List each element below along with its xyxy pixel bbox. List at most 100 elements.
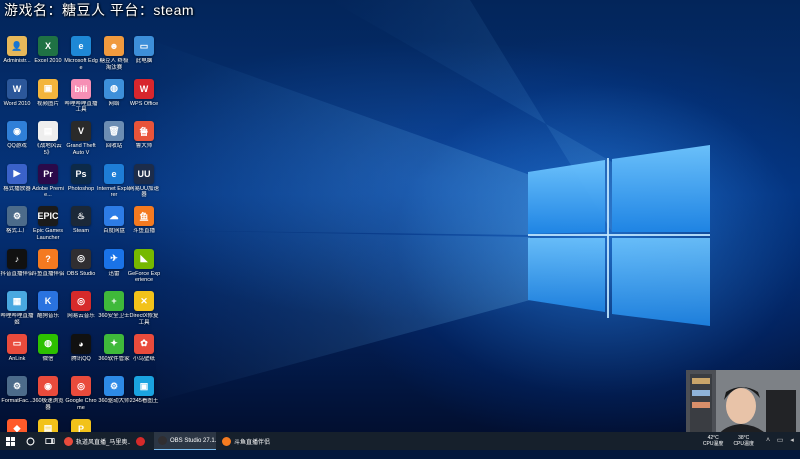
desktop-icon[interactable]: Pr Adobe Premie...: [31, 163, 65, 204]
search-button[interactable]: [20, 432, 40, 450]
desktop-icon-label: 酷狗音乐: [36, 313, 59, 319]
taskbar-app-button[interactable]: 斗鱼直播伴侣: [218, 432, 288, 450]
desktop-icon[interactable]: ⚙ 格式工厂: [0, 206, 34, 246]
desktop-icon-label: 百度网盘: [102, 228, 125, 234]
desktop-icon[interactable]: ⚙ FormatFac...: [0, 376, 34, 416]
desktop-icon[interactable]: ♪ 抖音直播伴侣: [0, 248, 34, 289]
desktop-icon[interactable]: ▶ 格式播放器: [0, 163, 34, 204]
premiere-icon: Pr: [38, 163, 58, 184]
desktop-icon[interactable]: bili 哔哩哔哩直播工具: [64, 78, 98, 119]
desktop-icon[interactable]: W Word 2010: [0, 78, 34, 119]
volume-icon[interactable]: ◂: [788, 437, 796, 445]
ie-icon: e: [104, 163, 124, 184]
desktop-icon-label: 微信: [42, 355, 54, 362]
desktop-icon[interactable]: ◕ 腾讯QQ: [64, 333, 98, 374]
desktop-icon-label: Adobe Premie...: [32, 185, 64, 199]
taskbar-app-label: 斗鱼直播伴侣: [234, 439, 271, 446]
app-icon: [64, 436, 73, 446]
taskbar-app-button[interactable]: OBS Studio 27.1...: [154, 432, 216, 450]
desktop-icon[interactable]: ◎ OBS Studio: [64, 248, 98, 289]
desktop-icon[interactable]: ☻ 糖豆人 终极淘汰赛: [97, 36, 131, 76]
desktop-icon[interactable]: ◍ 微信: [31, 333, 65, 374]
desktop-icon[interactable]: ✕ DirectX修复工具: [127, 291, 161, 331]
desktop-icon[interactable]: ▣ 2345看图王: [127, 376, 161, 416]
desktop-icon[interactable]: 鲁鲁大师: [127, 121, 161, 161]
desktop-icon[interactable]: ✦ 360软件管家: [97, 333, 131, 374]
desktop-icon[interactable]: e Microsoft Edge: [64, 36, 98, 76]
desktop-icon-label: 回收站: [105, 143, 123, 149]
desktop-icon[interactable]: V Grand Theft Auto V: [64, 121, 98, 161]
desktop-icon[interactable]: ▭ AnLink: [0, 333, 34, 374]
desktop-icon-label: Internet Explorer: [97, 185, 131, 199]
geforce-icon: ◣: [134, 248, 154, 269]
desktop-icon[interactable]: K 酷狗音乐: [31, 291, 65, 331]
desktop-icon[interactable]: ? 斗鱼直播伴侣: [31, 248, 65, 289]
desktop-icon-label: 网易UU加速器: [129, 185, 159, 199]
taskbar-app-button[interactable]: 轨道风直播_马里奥...: [60, 432, 130, 450]
desktop-icon[interactable]: 👤 Administr...: [0, 36, 34, 76]
document-icon: ▤: [38, 121, 58, 141]
desktop-icon-label: Steam: [73, 228, 89, 234]
system-tray: 42°C CPU温度 38°C CPU温度 ˄ ▭ ◂: [703, 432, 800, 450]
360-driver-icon: ⚙: [104, 376, 124, 396]
desktop-icon[interactable]: ◉ QQ游戏: [0, 121, 34, 161]
2345-viewer-icon: ▣: [134, 376, 154, 396]
desktop-icon[interactable]: X Excel 2010: [31, 36, 65, 76]
desktop-icon[interactable]: ◎ Google Chrome: [64, 376, 98, 416]
360-browser-icon: ◉: [38, 376, 58, 396]
taskbar-app-button[interactable]: [132, 432, 152, 450]
directx-icon: ✕: [134, 291, 154, 311]
bilibili-icon: ▦: [7, 291, 27, 311]
desktop-icon-label: Microsoft Edge: [64, 58, 98, 71]
chevron-up-icon[interactable]: ˄: [764, 437, 772, 445]
desktop-icon-label: 此电脑: [135, 58, 153, 64]
desktop-icon-label: AnLink: [8, 355, 26, 362]
desktop-icon[interactable]: ▭ 此电脑: [127, 36, 161, 76]
qq-icon: ◕: [71, 333, 91, 354]
desktop-icon-label: 小鸟壁纸: [132, 355, 155, 362]
desktop-icon[interactable]: ◣ GeForce Experience: [127, 248, 161, 289]
desktop-icon[interactable]: ◍ 网络: [97, 78, 131, 119]
desktop-icon-label: QQ游戏: [7, 143, 27, 149]
format-factory-2-icon: ⚙: [7, 376, 27, 396]
taskbar-app-label: 轨道风直播_马里奥...: [76, 439, 130, 446]
desktop-icon-label: 网络: [108, 100, 120, 107]
desktop-icon-label: Word 2010: [3, 100, 31, 107]
desktop-icon[interactable]: ☁ 百度网盘: [97, 206, 131, 246]
desktop-icon[interactable]: W WPS Office: [127, 78, 161, 119]
netease-music-icon: ◎: [71, 291, 91, 311]
desktop-icon[interactable]: UU 网易UU加速器: [127, 163, 161, 204]
desktop-icon-label: Photoshop: [67, 185, 95, 192]
desktop-icon[interactable]: EPIC Epic Games Launcher: [31, 206, 65, 246]
desktop-icon[interactable]: ▣ 视频图片: [31, 78, 65, 119]
desktop-icon-label: 迅雷: [108, 270, 120, 277]
desktop-icon[interactable]: +360安全卫士: [97, 291, 131, 331]
desktop-icon[interactable]: ▤ 《战地风云 5》: [31, 121, 65, 161]
desktop-icon[interactable]: 鱼斗鱼直播: [127, 206, 161, 246]
desktop-icon[interactable]: ✈ 迅雷: [97, 248, 131, 289]
desktop-icon-label: Google Chrome: [65, 398, 97, 411]
desktop-icon[interactable]: e Internet Explorer: [97, 163, 131, 204]
desktop-icon[interactable]: ▦ 哔哩哔哩直播姬: [0, 291, 34, 331]
desktop-icon[interactable]: ⚙ 360驱动大师: [97, 376, 131, 416]
xunlei-icon: ✈: [104, 248, 124, 269]
taskbar-app-label: OBS Studio 27.1...: [170, 437, 216, 444]
desktop-icon[interactable]: 🗑 回收站: [97, 121, 131, 161]
desktop-icon[interactable]: ♨ Steam: [64, 206, 98, 246]
taskbar: 轨道风直播_马里奥... OBS Studio 27.1... 斗鱼直播伴侣 42°…: [0, 432, 800, 450]
douyu-companion-icon: ?: [38, 248, 58, 269]
desktop-icon[interactable]: ◎ 网易云音乐: [64, 291, 98, 331]
app-icon: [158, 436, 167, 445]
start-button[interactable]: [0, 432, 20, 450]
desktop-icon[interactable]: ◉ 360极速浏览器: [31, 376, 65, 416]
task-view-button[interactable]: [40, 432, 60, 450]
360-software-icon: ✦: [104, 333, 124, 354]
network-tray-icon[interactable]: ▭: [776, 437, 784, 445]
desktop-icon-label: 视频图片: [36, 100, 59, 107]
computer-icon: ▭: [134, 36, 154, 56]
photoshop-icon: Ps: [71, 163, 91, 184]
desktop-icon-label: FormatFac...: [1, 398, 33, 404]
desktop-icon[interactable]: ✿ 小鸟壁纸: [127, 333, 161, 374]
qq-game-icon: ◉: [7, 121, 27, 141]
desktop-icon[interactable]: Ps Photoshop: [64, 163, 98, 204]
